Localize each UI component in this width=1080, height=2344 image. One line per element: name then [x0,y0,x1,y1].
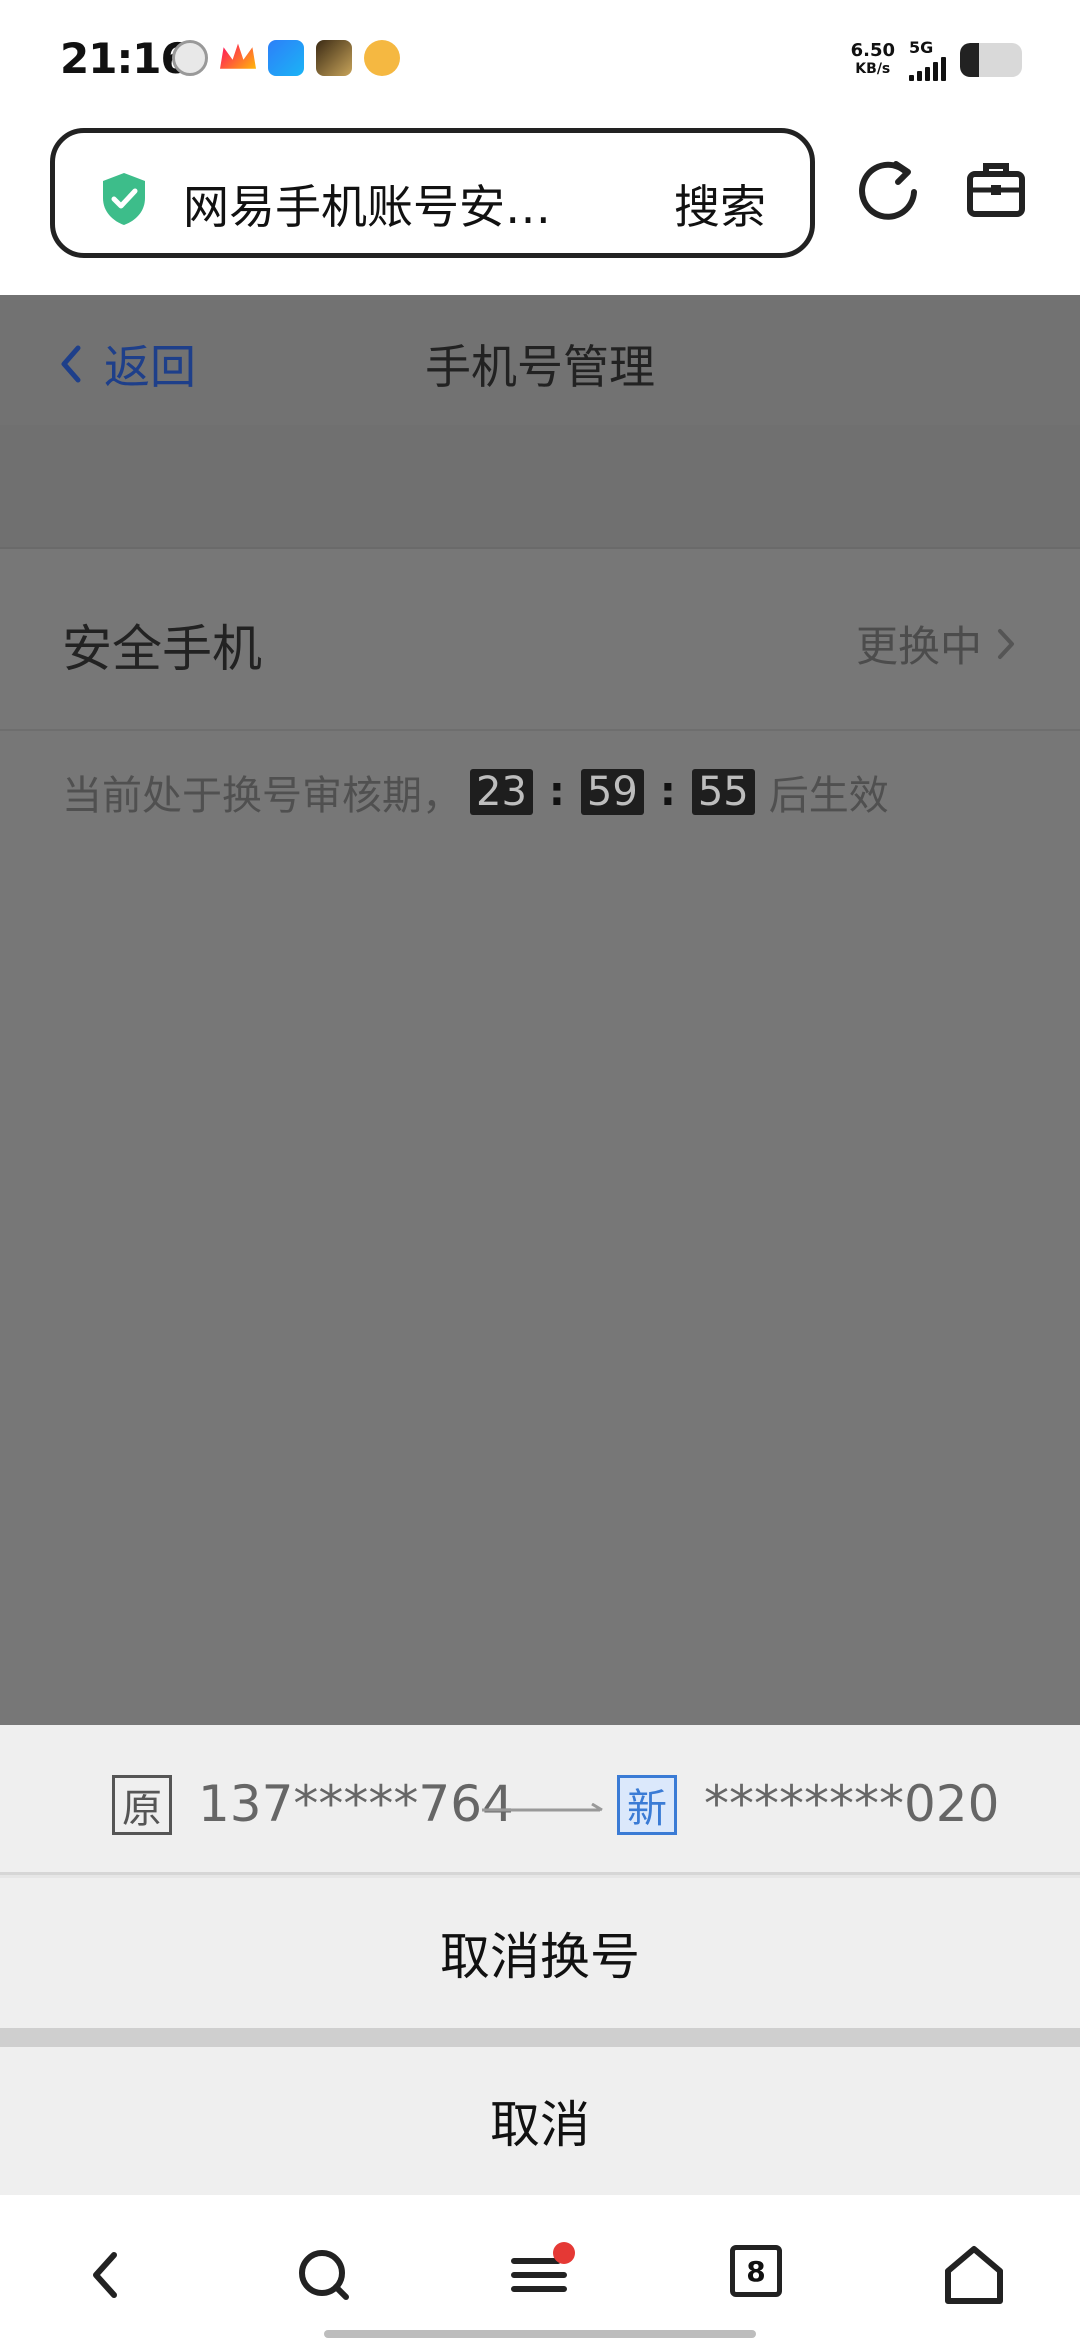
countdown-minutes: 59 [580,769,644,815]
action-sheet: 原 137*****764 新 ********020 取消换号 取消 [0,1725,1080,2195]
security-shield-icon [103,173,145,225]
search-button[interactable]: 搜索 [674,171,766,237]
notice-suffix: 后生效 [768,773,889,819]
countdown-hours: 23 [470,769,533,815]
music-app-icon [364,40,400,76]
new-badge: 新 [617,1775,677,1835]
url-text[interactable]: 网易手机账号安… [183,171,551,237]
battery-fill [960,42,979,77]
page-nav: 返回 手机号管理 [0,295,1080,425]
countdown-colon: : [548,769,565,815]
net-speed-value: 6.50 [850,39,895,61]
number-swap-info: 原 137*****764 新 ********020 [0,1725,1080,1875]
browser-app-icon [268,40,304,76]
chevron-right-icon [998,628,1014,659]
settings-app-icon [172,40,208,76]
net-speed: 6.50 KB/s [850,39,895,78]
new-number: ********020 [704,1775,1000,1833]
net-speed-unit: KB/s [855,60,891,77]
url-field[interactable]: 网易手机账号安… 搜索 [50,128,815,258]
arrow-right-icon [482,1803,603,1812]
signal-icon: 5G [909,38,946,81]
countdown-seconds: 55 [691,769,755,815]
countdown-colon: : [659,769,676,815]
page-title: 手机号管理 [425,340,655,394]
notification-icons [172,40,400,76]
tabs-button[interactable]: 8 [730,2245,782,2297]
back-nav-icon[interactable] [74,2243,138,2307]
toolbox-icon[interactable] [966,160,1026,218]
status-bar: 21:16 6.50 KB/s 5G [0,0,1080,120]
home-icon[interactable] [942,2243,1006,2307]
section-gap [0,425,1080,549]
cancel-swap-button[interactable]: 取消换号 [0,1878,1080,2028]
row-label: 安全手机 [62,620,262,678]
game-app-icon [316,40,352,76]
search-icon[interactable] [292,2243,356,2307]
browser-address-bar: 网易手机账号安… 搜索 [0,120,1080,295]
review-notice: 当前处于换号审核期， 23 : 59 : 55 后生效 [62,763,889,821]
security-phone-row[interactable]: 安全手机 更换中 [0,551,1080,731]
page-content: 返回 手机号管理 安全手机 更换中 当前处于换号审核期， 23 : 59 : 5… [0,295,1080,1725]
cancel-button[interactable]: 取消 [0,2047,1080,2195]
browser-bottom-bar: 8 [0,2195,1080,2344]
network-type: 5G [909,38,934,57]
status-indicators: 6.50 KB/s 5G [851,38,1022,81]
refresh-icon[interactable] [858,158,922,222]
notification-dot [553,2242,575,2264]
row-status: 更换中 [856,613,1016,674]
sheet-divider [0,2028,1080,2047]
row-status-text: 更换中 [855,622,982,671]
status-time: 21:16 [60,34,190,83]
home-indicator[interactable] [324,2330,756,2338]
old-badge: 原 [112,1775,172,1835]
old-number: 137*****764 [198,1775,514,1833]
crown-app-icon [220,43,256,69]
notice-prefix: 当前处于换号审核期， [62,773,462,819]
battery-icon [960,42,1022,77]
